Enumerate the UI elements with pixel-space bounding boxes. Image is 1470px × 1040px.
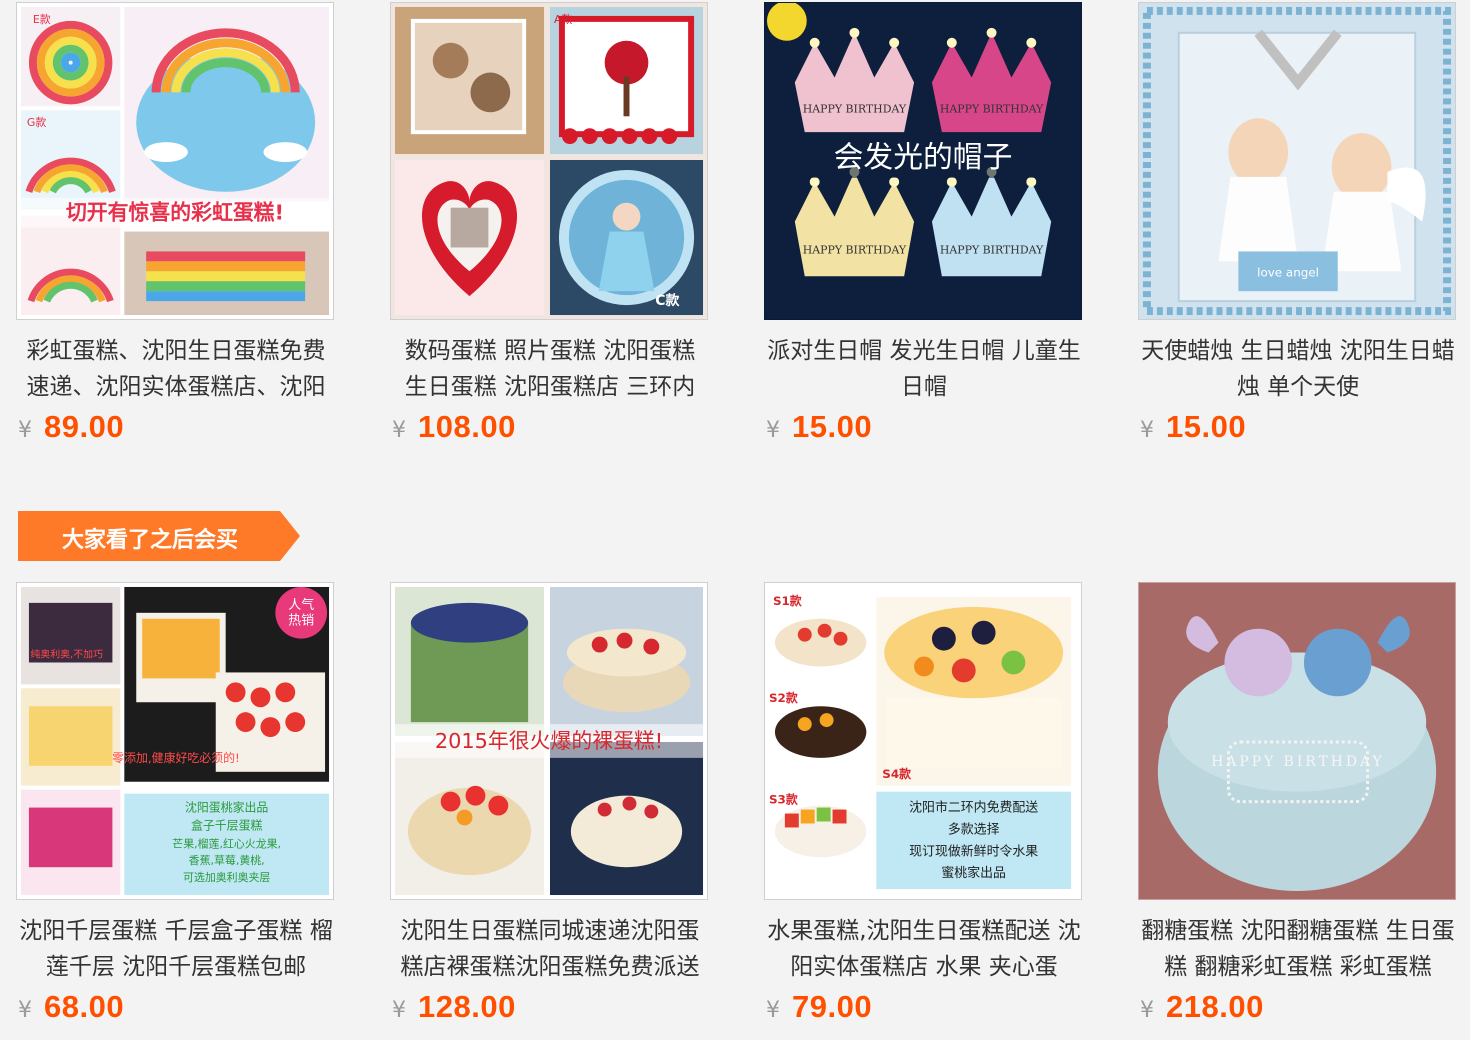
product-title[interactable]: 水果蛋糕,沈阳生日蛋糕配送 沈阳实体蛋糕店 水果 夹心蛋 [764, 913, 1084, 985]
product-image-fruit-cake[interactable]: 沈阳市二环内免费配送 多款选择 现订现做新鲜时令水果 蜜桃家出品 S1款 S2款… [764, 582, 1082, 900]
product-price: ¥ 89.00 [18, 409, 124, 445]
product-price: ¥ 15.00 [766, 409, 872, 445]
image-caption: 会发光的帽子 [834, 140, 1013, 175]
product-image-rainbow-cake[interactable]: 切开有惊喜的彩虹蛋糕! E款 G款 [16, 2, 334, 320]
product-title[interactable]: 彩虹蛋糕、沈阳生日蛋糕免费速递、沈阳实体蛋糕店、沈阳 [16, 333, 336, 405]
image-caption: 切开有惊喜的彩虹蛋糕! [66, 201, 284, 225]
currency-symbol: ¥ [766, 418, 780, 443]
svg-text:love angel: love angel [1257, 265, 1319, 279]
product-title[interactable]: 翻糖蛋糕 沈阳翻糖蛋糕 生日蛋糕 翻糖彩虹蛋糕 彩虹蛋糕 [1138, 913, 1458, 985]
product-price: ¥ 108.00 [392, 409, 516, 445]
product-image-glowing-hats[interactable]: 会发光的帽子 HAPPY BIRTHDAY HAPPY BIRTHDAY HAP… [764, 2, 1082, 320]
svg-text:现订现做新鲜时令水果: 现订现做新鲜时令水果 [909, 843, 1038, 859]
product-title[interactable]: 沈阳千层蛋糕 千层盒子蛋糕 榴莲千层 沈阳千层蛋糕包邮 [16, 913, 336, 985]
price-amount: 89.00 [44, 409, 125, 444]
currency-symbol: ¥ [18, 998, 32, 1023]
svg-text:S3款: S3款 [769, 793, 798, 807]
price-amount: 108.00 [418, 409, 516, 444]
section-label: 大家看了之后会买 [62, 528, 239, 553]
price-amount: 15.00 [792, 409, 873, 444]
svg-text:盒子千层蛋糕: 盒子千层蛋糕 [191, 818, 263, 832]
product-row-2: 人气 热销 零添加,健康好吃必须的! 纯奥利奥,不加巧 沈阳蛋桃家出品 盒子千层… [0, 580, 1470, 1040]
image-caption: 2015年很火爆的裸蛋糕! [435, 729, 663, 753]
product-title[interactable]: 派对生日帽 发光生日帽 儿童生日帽 [764, 333, 1084, 405]
product-row-1: 切开有惊喜的彩虹蛋糕! E款 G款 彩虹蛋糕、沈阳生日蛋糕免费速递、沈阳实体蛋糕… [0, 0, 1470, 460]
price-amount: 79.00 [792, 989, 873, 1024]
svg-text:蜜桃家出品: 蜜桃家出品 [941, 865, 1006, 881]
svg-text:沈阳蛋桃家出品: 沈阳蛋桃家出品 [185, 801, 268, 815]
svg-text:沈阳市二环内免费配送: 沈阳市二环内免费配送 [909, 800, 1038, 816]
svg-text:可选加奥利奥夹层: 可选加奥利奥夹层 [183, 870, 270, 884]
price-amount: 128.00 [418, 989, 516, 1024]
product-price: ¥ 128.00 [392, 989, 516, 1025]
svg-text:E款: E款 [33, 12, 51, 26]
svg-text:HAPPY BIRTHDAY: HAPPY BIRTHDAY [1211, 754, 1384, 770]
currency-symbol: ¥ [18, 418, 32, 443]
svg-text:热销: 热销 [288, 614, 314, 629]
svg-text:C款: C款 [655, 292, 679, 309]
svg-text:多款选择: 多款选择 [948, 822, 1000, 837]
product-price: ¥ 68.00 [18, 989, 124, 1025]
product-image-fondant-cake[interactable]: HAPPY BIRTHDAY [1138, 582, 1456, 900]
svg-text:HAPPY BIRTHDAY: HAPPY BIRTHDAY [940, 102, 1044, 115]
svg-text:人气: 人气 [288, 597, 314, 613]
price-amount: 218.00 [1166, 989, 1264, 1024]
price-amount: 68.00 [44, 989, 125, 1024]
currency-symbol: ¥ [392, 418, 406, 443]
product-title[interactable]: 天使蜡烛 生日蜡烛 沈阳生日蜡烛 单个天使 [1138, 333, 1458, 405]
section-header-others-bought: 大家看了之后会买 [18, 511, 300, 561]
currency-symbol: ¥ [392, 998, 406, 1023]
product-image-angel-candle[interactable]: love angel [1138, 2, 1456, 320]
svg-text:芒果,榴莲,红心火龙果,: 芒果,榴莲,红心火龙果, [172, 836, 281, 850]
product-price: ¥ 15.00 [1140, 409, 1246, 445]
product-title[interactable]: 沈阳生日蛋糕同城速递沈阳蛋糕店裸蛋糕沈阳蛋糕免费派送 [390, 913, 710, 985]
svg-text:HAPPY BIRTHDAY: HAPPY BIRTHDAY [803, 243, 907, 256]
svg-text:S2款: S2款 [769, 691, 798, 705]
svg-text:香蕉,草莓,黄桃,: 香蕉,草莓,黄桃, [189, 853, 265, 867]
product-image-naked-cake[interactable]: 2015年很火爆的裸蛋糕! [390, 582, 708, 900]
product-price: ¥ 218.00 [1140, 989, 1264, 1025]
svg-text:S1款: S1款 [773, 594, 802, 608]
product-price: ¥ 79.00 [766, 989, 872, 1025]
svg-text:纯奥利奥,不加巧: 纯奥利奥,不加巧 [30, 648, 103, 661]
product-image-mille-crepe[interactable]: 人气 热销 零添加,健康好吃必须的! 纯奥利奥,不加巧 沈阳蛋桃家出品 盒子千层… [16, 582, 334, 900]
currency-symbol: ¥ [1140, 998, 1154, 1023]
currency-symbol: ¥ [766, 998, 780, 1023]
svg-text:HAPPY BIRTHDAY: HAPPY BIRTHDAY [803, 102, 907, 115]
product-image-photo-cake[interactable]: A款 C款 [390, 2, 708, 320]
svg-text:S4款: S4款 [882, 767, 911, 781]
svg-text:G款: G款 [27, 115, 46, 129]
product-title[interactable]: 数码蛋糕 照片蛋糕 沈阳蛋糕 生日蛋糕 沈阳蛋糕店 三环内 [390, 333, 710, 405]
svg-text:A款: A款 [554, 12, 572, 26]
currency-symbol: ¥ [1140, 418, 1154, 443]
svg-text:HAPPY BIRTHDAY: HAPPY BIRTHDAY [940, 243, 1044, 256]
price-amount: 15.00 [1166, 409, 1247, 444]
svg-text:零添加,健康好吃必须的!: 零添加,健康好吃必须的! [112, 751, 240, 765]
